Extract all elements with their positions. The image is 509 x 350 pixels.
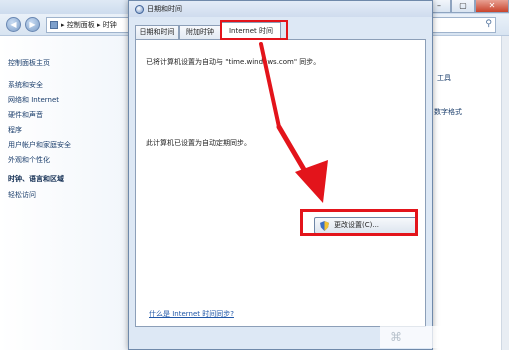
- watermark: ⌘: [380, 326, 500, 348]
- annotation-arrows: [259, 42, 328, 203]
- watermark-logo-icon: ⌘: [390, 330, 402, 344]
- arrow-segment-from-tab: [259, 42, 281, 129]
